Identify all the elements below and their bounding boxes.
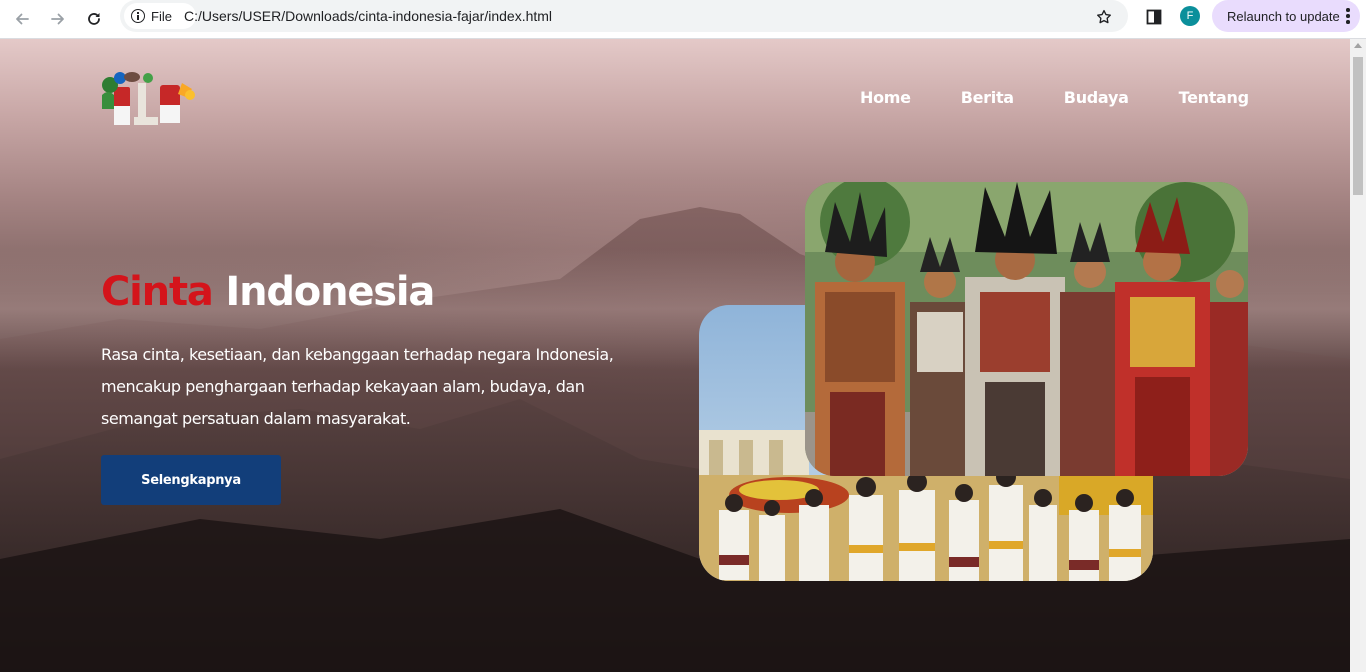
hero-description: Rasa cinta, kesetiaan, dan kebanggaan te… — [101, 345, 614, 428]
nav-link-home[interactable]: Home — [860, 88, 911, 107]
nav-link-berita[interactable]: Berita — [961, 88, 1014, 107]
page-scrollbar[interactable] — [1350, 39, 1366, 672]
scrollbar-thumb[interactable] — [1353, 57, 1363, 195]
relaunch-label: Relaunch to update — [1227, 8, 1340, 24]
selengkapnya-button[interactable]: Selengkapnya — [101, 455, 281, 505]
hero-title: Cinta Indonesia — [101, 269, 435, 315]
back-button[interactable] — [7, 4, 37, 34]
site-logo[interactable] — [100, 69, 200, 129]
relaunch-button[interactable]: Relaunch to update — [1212, 0, 1360, 32]
forward-arrow-icon — [51, 13, 64, 25]
side-panel-icon — [1146, 9, 1162, 25]
nav-link-budaya[interactable]: Budaya — [1064, 88, 1129, 107]
page-viewport: Home Berita Budaya Tentang Cinta Indones… — [0, 39, 1350, 672]
scroll-up-arrow-icon[interactable] — [1354, 43, 1362, 48]
hero-title-rest: Indonesia — [225, 269, 435, 315]
url-text[interactable]: C:/Users/USER/Downloads/cinta-indonesia-… — [184, 8, 552, 24]
info-icon — [131, 9, 145, 23]
site-nav: Home Berita Budaya Tentang — [860, 88, 1249, 107]
reload-icon — [88, 13, 100, 25]
bookmark-button[interactable] — [1090, 3, 1118, 31]
hero-title-accent: Cinta — [101, 269, 214, 315]
side-panel-button[interactable] — [1140, 3, 1168, 31]
kebab-menu-icon[interactable] — [1346, 8, 1350, 24]
address-bar[interactable]: File C:/Users/USER/Downloads/cinta-indon… — [120, 0, 1128, 32]
reload-button[interactable] — [79, 4, 109, 34]
bookmark-star-icon — [1097, 9, 1111, 24]
forward-button[interactable] — [43, 4, 73, 34]
cultural-dancers-photo — [805, 182, 1248, 476]
back-arrow-icon — [16, 13, 29, 25]
browser-toolbar: File C:/Users/USER/Downloads/cinta-indon… — [0, 0, 1366, 39]
profile-avatar[interactable]: F — [1180, 6, 1200, 26]
nav-link-tentang[interactable]: Tentang — [1179, 88, 1250, 107]
site-info-label: File — [151, 8, 172, 24]
